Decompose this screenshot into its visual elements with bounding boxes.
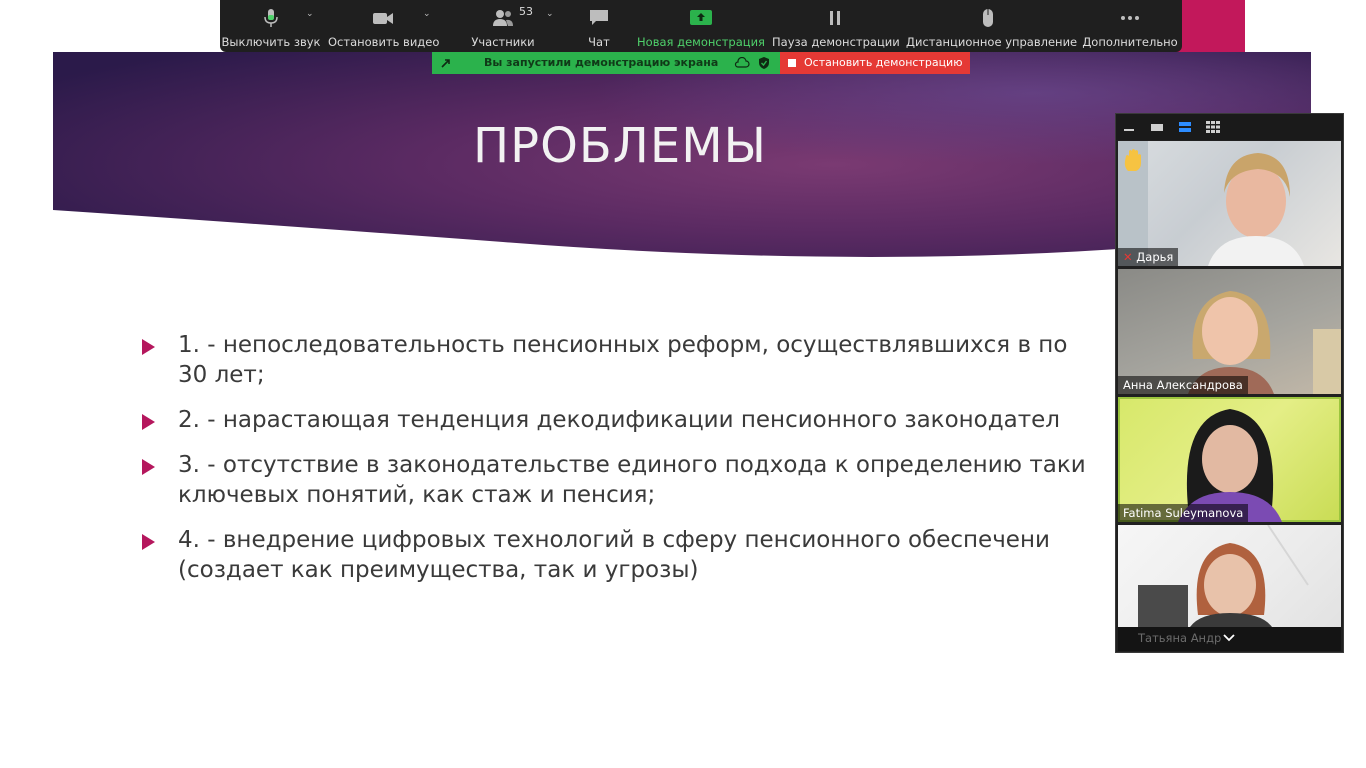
video-camera-icon [373, 13, 393, 24]
single-view-icon[interactable] [1150, 121, 1164, 133]
chat-label: Чат [588, 35, 610, 49]
gallery-view-bar [1116, 114, 1343, 140]
chat-button[interactable]: Чат [572, 0, 626, 52]
remote-control-label: Дистанционное управление [906, 35, 1078, 49]
participants-icon [493, 10, 513, 26]
participant-name-label: ✕ Дарья [1118, 248, 1179, 266]
participant-name-label: Fatima Suleymanova [1118, 504, 1249, 522]
slide-title: ПРОБЛЕМЫ [473, 118, 767, 174]
bullet-text-line2: 30 лет; [178, 362, 265, 388]
grid-view-icon[interactable] [1206, 121, 1220, 133]
pause-share-button[interactable]: Пауза демонстрации [772, 0, 900, 52]
meeting-toolbar: ⌄ Выключить звук ⌄ Остановить видео 53 ⌄… [220, 0, 1182, 52]
chevron-down-icon[interactable] [1222, 632, 1236, 644]
bullet-arrow-icon [142, 339, 155, 355]
mute-button[interactable]: ⌄ Выключить звук [220, 0, 322, 52]
stop-video-label: Остановить видео [328, 35, 440, 49]
more-button[interactable]: Дополнительно [1082, 0, 1178, 52]
participants-button[interactable]: 53 ⌄ Участники [462, 0, 553, 52]
slide-bullet-list: 1. - непоследовательность пенсионных реф… [140, 330, 1140, 600]
participants-label: Участники [471, 35, 535, 49]
chat-bubble-icon [590, 10, 608, 25]
mute-label: Выключить звук [221, 35, 321, 49]
chevron-down-icon[interactable]: ⌄ [423, 9, 431, 19]
cloud-icon [734, 57, 750, 68]
microphone-icon [264, 9, 278, 27]
bullet-arrow-icon [142, 534, 155, 550]
muted-mic-icon: ✕ [1123, 250, 1133, 264]
bullet-arrow-icon [142, 459, 155, 475]
stop-video-button[interactable]: ⌄ Остановить видео [328, 0, 440, 52]
remote-control-button[interactable]: Дистанционное управление [906, 0, 1078, 52]
video-gallery-panel[interactable]: ✕ Дарья Анна Александрова Fatima Suleyma… [1115, 113, 1344, 653]
stop-share-label: Остановить демонстрацию [804, 56, 963, 69]
bullet-item: 4. - внедрение цифровых технологий в сфе… [140, 525, 1140, 585]
share-arrow-icon [441, 59, 450, 68]
bullet-text-line1: 1. - непоследовательность пенсионных реф… [178, 332, 1068, 358]
participant-video-feed [1138, 525, 1309, 627]
new-share-button[interactable]: Новая демонстрация [636, 0, 766, 52]
stop-square-icon [788, 59, 796, 67]
pause-icon [830, 11, 840, 25]
participant-name-label: Татьяна Андр [1138, 631, 1222, 645]
chevron-down-icon[interactable]: ⌄ [306, 9, 314, 19]
bullet-text-line2: (создает как преимущества, так и угрозы) [178, 557, 699, 583]
new-share-label: Новая демонстрация [637, 35, 765, 49]
pause-share-label: Пауза демонстрации [772, 35, 900, 49]
participant-name-label: Анна Александрова [1118, 376, 1248, 394]
mouse-icon [983, 9, 993, 27]
bullet-text-line2: ключевых понятий, как стаж и пенсия; [178, 482, 656, 508]
participant-video-tile-active-speaker[interactable]: Fatima Suleymanova [1118, 397, 1341, 522]
shield-check-icon [759, 57, 769, 69]
participant-video-tile[interactable]: Анна Александрова [1118, 269, 1341, 394]
participants-count-badge: 53 [519, 5, 533, 18]
more-label: Дополнительно [1082, 35, 1178, 49]
screen-share-banner[interactable]: Вы запустили демонстрацию экрана [432, 52, 781, 74]
bullet-item: 3. - отсутствие в законодательстве едино… [140, 450, 1140, 510]
more-dots-icon [1121, 16, 1139, 20]
participant-video-tile[interactable]: ✕ Дарья [1118, 141, 1341, 266]
bullet-item: 1. - непоследовательность пенсионных реф… [140, 330, 1140, 390]
bullet-text-line1: 2. - нарастающая тенденция декодификации… [178, 407, 1060, 433]
participant-video-tile[interactable] [1118, 525, 1341, 627]
share-banner-text: Вы запустили демонстрацию экрана [484, 56, 719, 69]
bullet-arrow-icon [142, 414, 155, 430]
strip-view-icon[interactable] [1178, 121, 1192, 133]
minimize-icon[interactable] [1122, 121, 1136, 133]
bullet-item: 2. - нарастающая тенденция декодификации… [140, 405, 1140, 435]
share-screen-icon [690, 10, 712, 25]
chevron-down-icon[interactable]: ⌄ [546, 9, 554, 19]
stop-share-button[interactable]: Остановить демонстрацию [780, 52, 970, 74]
bullet-text-line1: 3. - отсутствие в законодательстве едино… [178, 452, 1086, 478]
raised-hand-icon [1124, 149, 1141, 171]
bullet-text-line1: 4. - внедрение цифровых технологий в сфе… [178, 527, 1050, 553]
